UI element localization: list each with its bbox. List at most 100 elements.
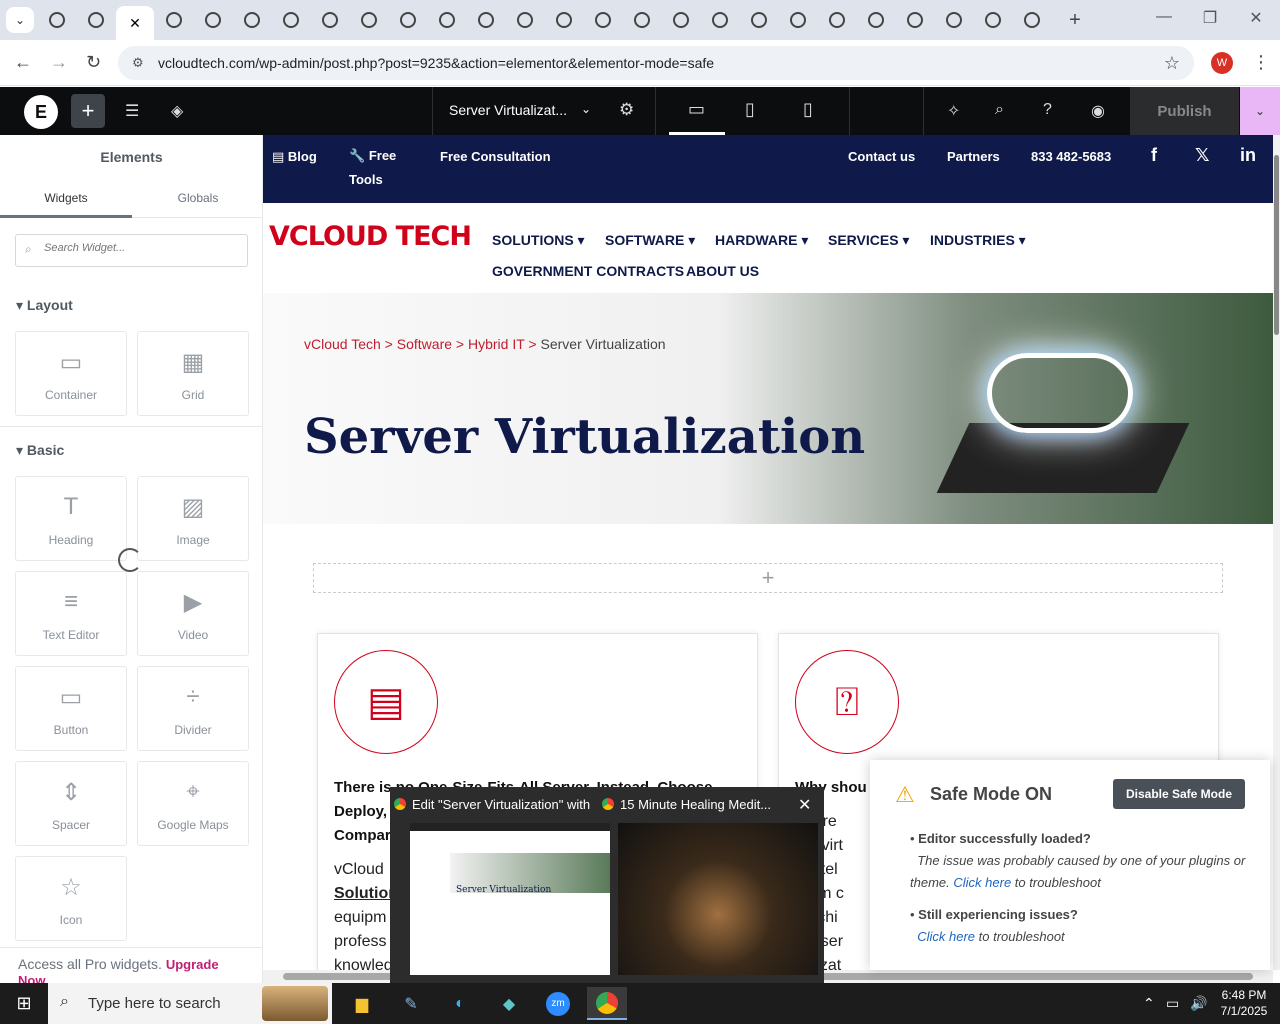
browser-tab[interactable] — [779, 6, 817, 34]
publish-options-button[interactable]: ⌄ — [1240, 87, 1280, 135]
url-text[interactable]: vcloudtech.com/wp-admin/post.php?post=92… — [158, 55, 714, 71]
blog-link[interactable]: ▤ Blog — [272, 149, 317, 165]
chrome-taskbar-icon[interactable] — [587, 987, 627, 1020]
section-layout[interactable]: ▾ Layout — [16, 297, 73, 314]
browser-tab[interactable] — [155, 6, 193, 34]
browser-tab[interactable] — [233, 6, 271, 34]
breadcrumb-item[interactable]: Hybrid IT — [468, 336, 525, 352]
profile-avatar[interactable]: W — [1211, 52, 1233, 74]
page-settings-gear-icon[interactable]: ⚙ — [619, 100, 634, 120]
browser-tab[interactable] — [974, 6, 1012, 34]
site-settings-icon[interactable]: ☰ — [125, 101, 139, 121]
publish-button[interactable]: Publish — [1130, 87, 1239, 135]
phone-link[interactable]: 833 482-5683 — [1031, 149, 1111, 164]
browser-tab[interactable] — [623, 6, 661, 34]
edge-icon[interactable]: ◐ — [440, 987, 480, 1020]
widget-search[interactable]: ⌕ — [15, 234, 248, 267]
browser-tab[interactable] — [896, 6, 934, 34]
paint-icon[interactable]: ✎ — [391, 987, 431, 1020]
add-section-button[interactable]: + — [313, 563, 1223, 593]
site-info-icon[interactable]: ⚙ — [132, 55, 144, 71]
reload-button[interactable]: ↻ — [86, 52, 101, 73]
x-twitter-icon[interactable]: 𝕏 — [1195, 145, 1210, 166]
desktop-view-icon[interactable]: ▭ — [688, 99, 705, 120]
widget-google-maps[interactable]: ⌖ Google Maps — [137, 761, 249, 846]
nav-about-us[interactable]: ABOUT US — [686, 263, 759, 279]
browser-tab[interactable] — [506, 6, 544, 34]
browser-tab[interactable] — [38, 6, 76, 34]
finder-search-icon[interactable]: ⌕ — [995, 101, 1004, 119]
widget-spacer[interactable]: ⇕ Spacer — [15, 761, 127, 846]
browser-tab[interactable] — [428, 6, 466, 34]
elementor-logo-button[interactable]: E — [24, 95, 58, 129]
browser-tab[interactable] — [545, 6, 583, 34]
nav-services[interactable]: SERVICES ▾ — [828, 232, 909, 249]
window-preview[interactable]: Edit "Server Virtualization" with ... Se… — [394, 793, 614, 979]
browser-tab[interactable] — [1013, 6, 1051, 34]
browser-tab[interactable] — [740, 6, 778, 34]
tablet-view-icon[interactable]: ▯ — [745, 99, 755, 120]
minimize-button[interactable]: — — [1144, 8, 1184, 32]
nav-government-contracts[interactable]: GOVERNMENT CONTRACTS — [492, 263, 684, 279]
browser-menu-icon[interactable]: ⋮ — [1252, 52, 1270, 73]
tab-globals[interactable]: Globals — [132, 191, 264, 205]
browser-tab[interactable] — [311, 6, 349, 34]
section-basic[interactable]: ▾ Basic — [16, 442, 64, 459]
help-icon[interactable]: ? — [1043, 101, 1052, 119]
widget-icon[interactable]: ☆ Icon — [15, 856, 127, 941]
widget-search-input[interactable] — [44, 242, 239, 254]
forward-button[interactable]: → — [50, 52, 68, 73]
nav-solutions[interactable]: SOLUTIONS ▾ — [492, 232, 585, 249]
omnibox[interactable]: ⚙ vcloudtech.com/wp-admin/post.php?post=… — [118, 46, 1194, 80]
taskbar-search[interactable]: ⌕ Type here to search — [48, 983, 332, 1024]
browser-tab[interactable] — [467, 6, 505, 34]
linkedin-icon[interactable]: in — [1240, 145, 1256, 166]
browser-tab[interactable] — [857, 6, 895, 34]
troubleshoot-link[interactable]: Click here — [917, 929, 975, 944]
structure-layers-icon[interactable]: ◈ — [171, 101, 183, 121]
widget-container[interactable]: ▭ Container — [15, 331, 127, 416]
document-selector[interactable]: Server Virtualizat... ⌄ ⚙ — [432, 87, 656, 135]
network-icon[interactable]: ▭ — [1166, 995, 1179, 1012]
mobile-view-icon[interactable]: ▯ — [803, 99, 813, 120]
preview-eye-icon[interactable]: ◉ — [1091, 101, 1105, 121]
browser-tab[interactable] — [701, 6, 739, 34]
browser-tab[interactable] — [77, 6, 115, 34]
zoom-icon[interactable]: zm — [538, 987, 578, 1020]
window-preview[interactable]: 15 Minute Healing Medit... — [602, 793, 822, 979]
troubleshoot-link[interactable]: Click here — [953, 875, 1011, 890]
widget-button[interactable]: ▭ Button — [15, 666, 127, 751]
browser-tab[interactable] — [194, 6, 232, 34]
widget-grid[interactable]: ▦ Grid — [137, 331, 249, 416]
clock[interactable]: 6:48 PM 7/1/2025 — [1214, 987, 1274, 1019]
app-icon[interactable]: ◆ — [489, 987, 529, 1020]
tab-widgets[interactable]: Widgets — [0, 191, 132, 205]
add-element-button[interactable]: + — [71, 94, 105, 128]
volume-icon[interactable]: 🔊 — [1190, 995, 1207, 1012]
back-button[interactable]: ← — [14, 52, 32, 73]
widget-text-editor[interactable]: ≡ Text Editor — [15, 571, 127, 656]
restore-button[interactable]: ❐ — [1190, 8, 1230, 32]
new-tab-button[interactable]: + — [1056, 6, 1094, 34]
file-explorer-icon[interactable]: ▆ — [342, 987, 382, 1020]
browser-tab[interactable] — [389, 6, 427, 34]
disable-safe-mode-button[interactable]: Disable Safe Mode — [1113, 779, 1245, 809]
contact-link[interactable]: Contact us — [848, 149, 915, 164]
browser-tab[interactable] — [818, 6, 856, 34]
widget-video[interactable]: ▶ Video — [137, 571, 249, 656]
nav-hardware[interactable]: HARDWARE ▾ — [715, 232, 808, 249]
widget-divider[interactable]: ÷ Divider — [137, 666, 249, 751]
windows-start-icon[interactable]: ⊞ — [0, 983, 48, 1024]
browser-tab[interactable] — [272, 6, 310, 34]
browser-tab[interactable] — [935, 6, 973, 34]
widget-heading[interactable]: T Heading — [15, 476, 127, 561]
facebook-icon[interactable]: f — [1151, 145, 1157, 166]
free-consultation-link[interactable]: Free Consultation — [440, 149, 551, 164]
close-window-button[interactable]: ✕ — [1236, 8, 1276, 32]
browser-tab[interactable] — [662, 6, 700, 34]
browser-tab[interactable] — [584, 6, 622, 34]
browser-tab[interactable] — [350, 6, 388, 34]
breadcrumb-item[interactable]: Software — [397, 336, 452, 352]
breadcrumb-item[interactable]: vCloud Tech — [304, 336, 381, 352]
tab-search-button[interactable]: ⌄ — [6, 7, 34, 33]
